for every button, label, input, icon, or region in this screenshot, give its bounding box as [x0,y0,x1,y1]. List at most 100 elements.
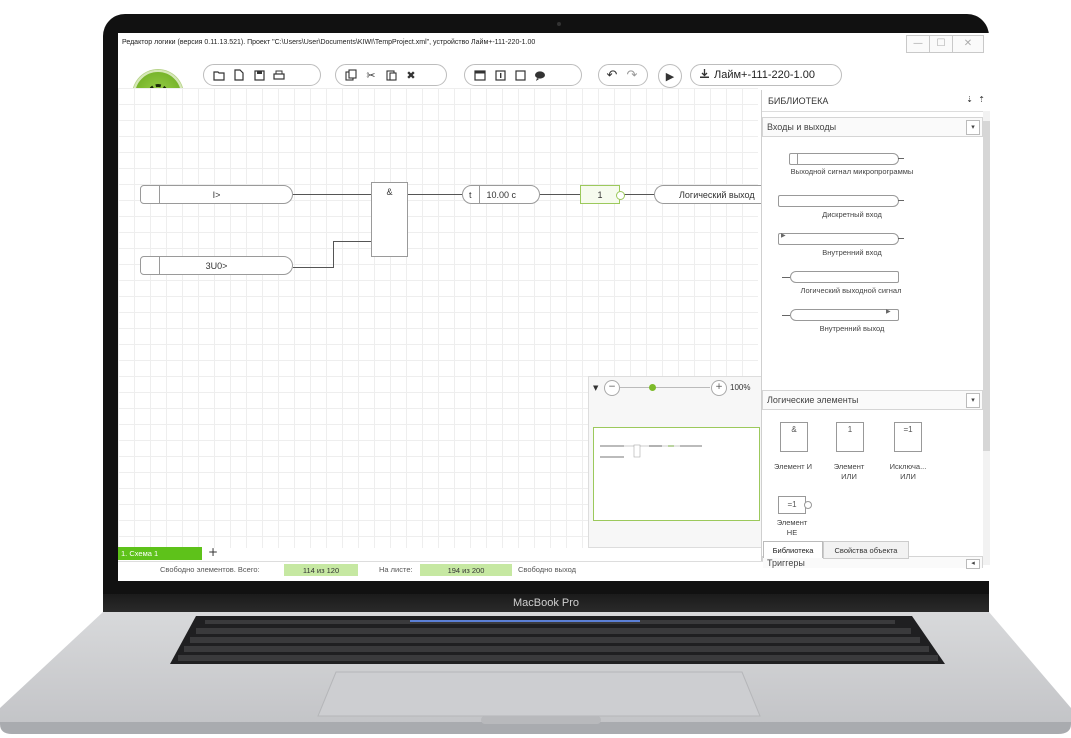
zoom-slider-thumb[interactable] [648,384,656,391]
library-item[interactable]: ▶ Внутренний выход [762,306,983,336]
input-label: 3U0> [205,260,228,271]
wire [333,241,371,242]
minimize-button[interactable]: — [906,35,930,53]
logic-output-block[interactable]: Логический выход [654,185,764,204]
delete-icon[interactable]: ✖ [404,68,418,82]
chevron-left-icon[interactable]: ◂ [966,559,980,569]
library-item-label: Выходной сигнал микропрограммы [790,167,914,176]
play-button[interactable]: ▶ [658,64,682,88]
square-icon[interactable] [513,68,527,82]
history-toolbar-group: ↶ ↷ [598,64,648,86]
window-title: Редактор логики (версия 0.11.13.521). Пр… [122,39,536,46]
library-scrollbar-thumb[interactable] [983,121,990,451]
collapse-panel-icon[interactable]: ⇡ [978,95,985,104]
sheet-tab-label: 1. Схема 1 [121,549,159,558]
app-window: Редактор логики (версия 0.11.13.521). Пр… [118,33,990,581]
negation-circle [616,191,625,200]
library-item-and[interactable]: & Элемент И [768,420,818,490]
timer-divider [478,186,480,203]
output-label: Логический выход [679,189,755,200]
sheet-tab[interactable]: 1. Схема 1 [118,547,202,560]
wire [620,194,654,195]
save-icon[interactable] [252,68,266,82]
chevron-down-icon[interactable]: ▾ [966,393,980,408]
library-item[interactable]: ▶ Внутренний вход [762,230,983,260]
or-gate[interactable]: 1 [580,185,625,204]
section-triggers-label: Триггеры [767,557,805,568]
and-gate-icon: & [780,422,808,452]
status-bar: Свободно элементов. Всего: 114 из 120 На… [118,561,763,578]
collapse-icon[interactable]: ▼ [593,384,598,392]
pin-icon[interactable]: ⇣ [966,95,973,104]
timer-value: 10.00 с [486,189,517,200]
wire [293,194,371,195]
zoom-slider[interactable] [620,384,710,391]
negation-circle [804,501,812,509]
zoom-panel: ▼ − + 100% [588,376,766,548]
library-item[interactable]: Логический выходной сигнал [762,268,983,298]
close-button[interactable]: ✕ [952,35,984,53]
and-gate-symbol: & [386,187,393,197]
library-item[interactable]: Дискретный вход [762,192,983,222]
tab-library[interactable]: Библиотека [763,541,823,558]
input-block[interactable]: 3U0> [140,256,293,275]
play-icon: ▶ [886,308,891,315]
cut-icon[interactable]: ✂ [364,68,378,82]
pin [898,238,904,239]
and-gate[interactable]: & [371,182,408,257]
undo-icon[interactable]: ↶ [605,68,619,83]
section-io[interactable]: Входы и выходы ▾ [762,117,983,137]
maximize-button[interactable]: ☐ [929,35,953,53]
status-on-sheet-value: 194 из 200 [420,564,512,576]
library-panel: БИБЛИОТЕКА ⇣ ⇡ Входы и выходы ▾ Выходной… [761,90,990,569]
or-gate-icon: 1 [836,422,864,452]
redo-icon[interactable]: ↷ [625,68,639,83]
input-block[interactable]: I> [140,185,293,204]
status-free-total-label: Свободно элементов. Всего: [160,565,260,574]
copy-icon[interactable] [344,68,358,82]
wire [293,267,333,268]
info-icon[interactable] [493,68,507,82]
print-icon[interactable] [272,68,286,82]
library-item-label: Логический выходной сигнал [800,286,902,295]
window-icon[interactable] [473,68,487,82]
internal-input-shape [778,233,899,245]
add-sheet-button[interactable]: + [208,545,218,559]
library-item-xor[interactable]: =1 Исключа... ИЛИ [880,420,936,490]
tab-properties[interactable]: Свойства объекта [823,541,909,559]
section-logic[interactable]: Логические элементы ▾ [762,390,983,410]
comment-icon[interactable] [533,68,547,82]
divider [797,153,798,165]
open-folder-icon[interactable] [212,68,226,82]
zoom-out-button[interactable]: − [604,380,620,396]
zoom-in-button[interactable]: + [711,380,727,396]
library-item-label: Внутренний выход [819,324,885,333]
minimap[interactable] [593,427,760,521]
play-icon: ▶ [665,69,675,83]
input-label: I> [212,189,221,200]
file-toolbar-group [203,64,321,86]
xor-gate-icon: =1 [894,422,922,452]
view-toolbar-group [464,64,582,86]
status-on-sheet-label: На листе: [379,565,413,574]
or-gate-symbol: 1 [597,189,603,200]
edit-toolbar-group: ✂ ✖ [335,64,447,86]
chevron-down-icon[interactable]: ▾ [966,120,980,135]
library-item-or[interactable]: 1 Элемент ИЛИ [824,420,874,490]
laptop-base [0,612,1071,734]
paste-icon[interactable] [384,68,398,82]
status-free-output: Свободно выход [518,565,576,574]
zoom-percent: 100% [730,383,751,392]
timer-t-label: t [469,189,472,200]
tab-library-label: Библиотека [772,545,814,555]
device-label: MacBook Pro [512,597,580,609]
new-file-icon[interactable] [232,68,246,82]
touchbar-accent [410,620,640,622]
device-button[interactable]: Лайм+-111-220-1.00 [690,64,842,86]
library-item[interactable]: Выходной сигнал микропрограммы [762,150,983,186]
section-logic-label: Логические элементы [767,395,859,405]
timer-block[interactable]: t 10.00 с [462,185,540,204]
library-item-label: Исключа... ИЛИ [889,462,927,481]
pin [782,315,790,316]
not-gate-icon: =1 [778,496,806,514]
